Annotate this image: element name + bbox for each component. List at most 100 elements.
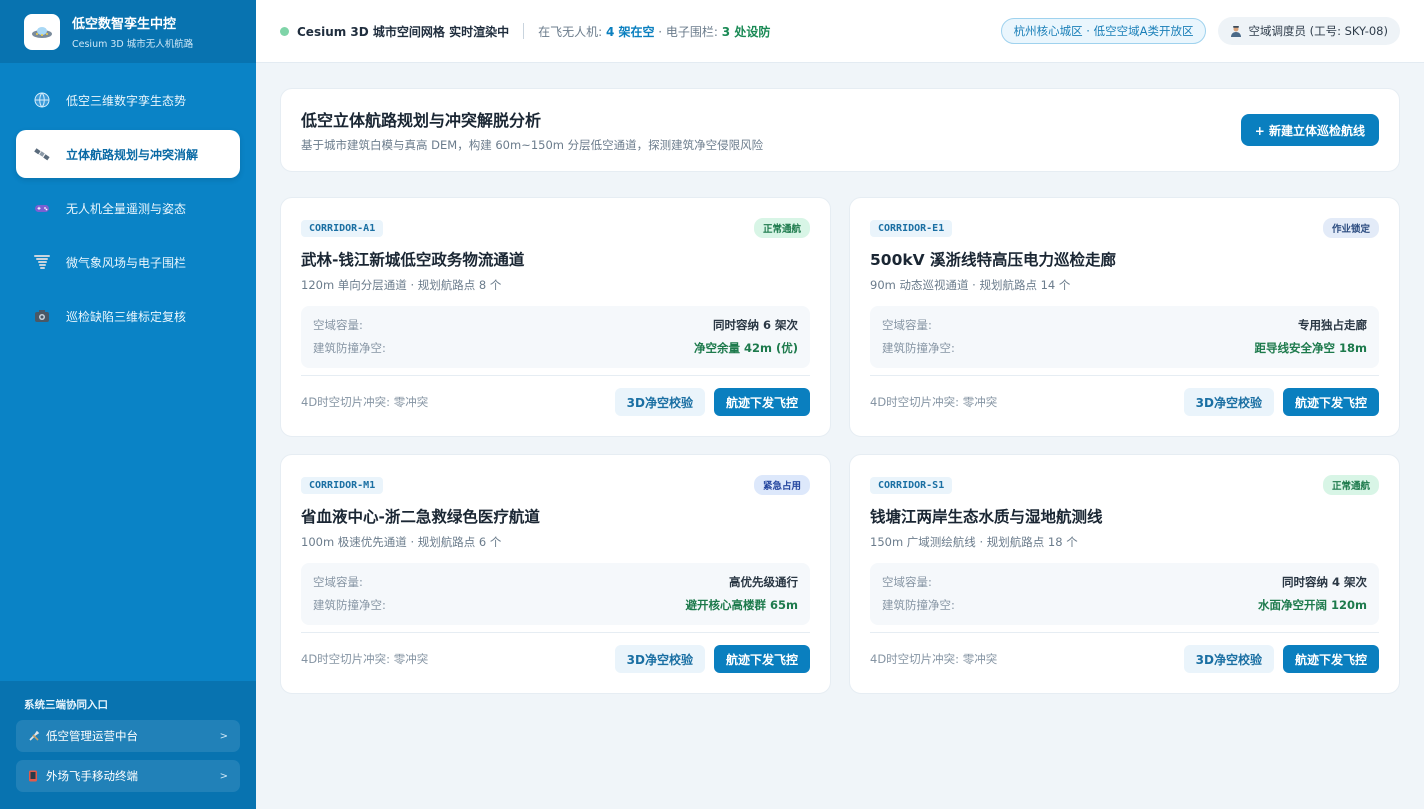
status-badge: 正常通航 bbox=[753, 218, 810, 238]
clearance-value: 避开核心高楼群 65m bbox=[685, 598, 799, 612]
topbar-right: 杭州核心城区 · 低空空域A类开放区 空域调度员 (工号: SKY-08) bbox=[1000, 17, 1400, 45]
chevron-right-icon: > bbox=[219, 730, 228, 742]
capacity-label: 空域容量: bbox=[882, 575, 932, 589]
verify-clearance-button[interactable]: 3D净空校验 bbox=[1183, 388, 1274, 416]
capacity-label: 空域容量: bbox=[882, 318, 932, 332]
brand-subtitle: Cesium 3D 城市无人机航路 bbox=[72, 39, 194, 50]
conflict-status: 4D时空切片冲突: 零冲突 bbox=[870, 652, 998, 666]
flight-stats: 在飞无人机: 4 架在空 · 电子围栏: 3 处设防 bbox=[538, 23, 770, 40]
page-title: 低空立体航路规划与冲突解脱分析 bbox=[301, 111, 542, 130]
new-route-button[interactable]: + 新建立体巡检航线 bbox=[1240, 114, 1379, 146]
clearance-label: 建筑防撞净空: bbox=[882, 341, 955, 355]
corridor-card: CORRIDOR-E1 作业锁定 500kV 溪浙线特高压电力巡检走廊 90m … bbox=[849, 197, 1400, 437]
sidebar-item-weather-fence[interactable]: 微气象风场与电子围栏 bbox=[16, 238, 240, 286]
conflict-status: 4D时空切片冲突: 零冲突 bbox=[301, 395, 429, 409]
corridor-code: CORRIDOR-S1 bbox=[870, 476, 953, 494]
corridor-metrics: 空域容量: 高优先级通行 建筑防撞净空: 避开核心高楼群 65m bbox=[301, 563, 810, 625]
clearance-label: 建筑防撞净空: bbox=[313, 341, 386, 355]
corridor-subtitle: 120m 单向分层通道 · 规划航路点 8 个 bbox=[301, 278, 502, 292]
flying-count: 4 架在空 bbox=[605, 24, 655, 39]
status-badge: 正常通航 bbox=[1322, 475, 1379, 495]
camera-icon bbox=[34, 308, 50, 324]
dispatch-route-button[interactable]: 航迹下发飞控 bbox=[713, 388, 810, 416]
verify-clearance-button[interactable]: 3D净空校验 bbox=[1183, 645, 1274, 673]
link-label: 低空管理运营中台 bbox=[46, 729, 138, 743]
capacity-value: 专用独占走廊 bbox=[1298, 318, 1367, 332]
link-ops-platform[interactable]: 低空管理运营中台 > bbox=[16, 720, 240, 752]
dispatch-route-button[interactable]: 航迹下发飞控 bbox=[1282, 645, 1379, 673]
link-label: 外场飞手移动终端 bbox=[46, 769, 138, 783]
corridor-metrics: 空域容量: 同时容纳 4 架次 建筑防撞净空: 水面净空开阔 120m bbox=[870, 563, 1379, 625]
sidebar-item-defect-review[interactable]: 巡检缺陷三维标定复核 bbox=[16, 292, 240, 340]
satellite-icon bbox=[34, 146, 50, 162]
fence-label: · 电子围栏: bbox=[654, 24, 722, 39]
page-description: 基于城市建筑白模与真高 DEM，构建 60m~150m 分层低空通道，探测建筑净… bbox=[301, 138, 764, 152]
corridor-metrics: 空域容量: 同时容纳 6 架次 建筑防撞净空: 净空余量 42m (优) bbox=[301, 306, 810, 368]
corridor-card: CORRIDOR-M1 紧急占用 省血液中心-浙二急救绿色医疗航道 100m 极… bbox=[280, 454, 831, 694]
verify-clearance-button[interactable]: 3D净空校验 bbox=[614, 388, 705, 416]
page-header: 低空立体航路规划与冲突解脱分析 基于城市建筑白模与真高 DEM，构建 60m~1… bbox=[280, 88, 1400, 172]
clearance-value: 水面净空开阔 120m bbox=[1258, 598, 1367, 612]
corridor-subtitle: 90m 动态巡视通道 · 规划航路点 14 个 bbox=[870, 278, 1071, 292]
render-status: Cesium 3D 城市空间网格 实时渲染中 bbox=[297, 24, 510, 39]
corridor-code: CORRIDOR-M1 bbox=[301, 476, 384, 494]
verify-clearance-button[interactable]: 3D净空校验 bbox=[614, 645, 705, 673]
sidebar-item-telemetry[interactable]: 无人机全量遥测与姿态 bbox=[16, 184, 240, 232]
user-menu[interactable]: 空域调度员 (工号: SKY-08) bbox=[1218, 17, 1400, 45]
corridor-subtitle: 100m 极速优先通道 · 规划航路点 6 个 bbox=[301, 535, 502, 549]
sidebar-footer: 系统三端协同入口 低空管理运营中台 > 外场飞手移动终端 > bbox=[0, 681, 256, 809]
clearance-label: 建筑防撞净空: bbox=[313, 598, 386, 612]
corridor-title: 武林-钱江新城低空政务物流通道 bbox=[301, 251, 525, 269]
sidebar-item-label: 低空三维数字孪生态势 bbox=[66, 93, 187, 108]
status-badge: 紧急占用 bbox=[753, 475, 810, 495]
pilot-avatar-icon bbox=[1230, 25, 1242, 37]
clearance-value: 距导线安全净空 18m bbox=[1254, 341, 1368, 355]
conflict-status: 4D时空切片冲突: 零冲突 bbox=[301, 652, 429, 666]
tools-icon bbox=[28, 730, 40, 742]
sidebar-item-label: 巡检缺陷三维标定复核 bbox=[66, 309, 187, 324]
corridor-title: 钱塘江两岸生态水质与湿地航测线 bbox=[870, 508, 1103, 526]
capacity-label: 空域容量: bbox=[313, 318, 363, 332]
tornado-icon bbox=[34, 254, 50, 270]
sidebar-nav: 低空三维数字孪生态势 立体航路规划与冲突消解 无人机全量遥测与姿态 微气象风场与… bbox=[0, 63, 256, 681]
corridor-subtitle: 150m 广域测绘航线 · 规划航路点 18 个 bbox=[870, 535, 1078, 549]
corridor-metrics: 空域容量: 专用独占走廊 建筑防撞净空: 距导线安全净空 18m bbox=[870, 306, 1379, 368]
globe-icon bbox=[34, 92, 50, 108]
user-name: 空域调度员 (工号: SKY-08) bbox=[1248, 24, 1388, 38]
sidebar-footer-title: 系统三端协同入口 bbox=[24, 699, 108, 711]
conflict-status: 4D时空切片冲突: 零冲突 bbox=[870, 395, 998, 409]
status-badge: 作业锁定 bbox=[1322, 218, 1379, 238]
capacity-value: 同时容纳 6 架次 bbox=[712, 318, 798, 332]
divider bbox=[523, 23, 525, 39]
corridor-code: CORRIDOR-E1 bbox=[870, 219, 953, 237]
clearance-value: 净空余量 42m (优) bbox=[693, 341, 798, 355]
main-content: 低空立体航路规划与冲突解脱分析 基于城市建筑白模与真高 DEM，构建 60m~1… bbox=[280, 88, 1400, 694]
clearance-label: 建筑防撞净空: bbox=[882, 598, 955, 612]
capacity-value: 高优先级通行 bbox=[729, 575, 798, 589]
corridor-title: 500kV 溪浙线特高压电力巡检走廊 bbox=[870, 251, 1117, 269]
gamepad-icon bbox=[34, 200, 50, 216]
chevron-right-icon: > bbox=[219, 770, 228, 782]
capacity-value: 同时容纳 4 架次 bbox=[1281, 575, 1367, 589]
capacity-label: 空域容量: bbox=[313, 575, 363, 589]
dispatch-route-button[interactable]: 航迹下发飞控 bbox=[1282, 388, 1379, 416]
mobile-icon bbox=[28, 770, 40, 782]
corridor-title: 省血液中心-浙二急救绿色医疗航道 bbox=[301, 508, 540, 526]
ufo-icon bbox=[24, 13, 60, 50]
live-status-dot bbox=[280, 26, 289, 36]
corridor-card: CORRIDOR-S1 正常通航 钱塘江两岸生态水质与湿地航测线 150m 广域… bbox=[849, 454, 1400, 694]
dispatch-route-button[interactable]: 航迹下发飞控 bbox=[713, 645, 810, 673]
topbar: Cesium 3D 城市空间网格 实时渲染中 在飞无人机: 4 架在空 · 电子… bbox=[256, 0, 1424, 63]
brand-title: 低空数智孪生中控 bbox=[72, 17, 177, 32]
sidebar-item-label: 微气象风场与电子围栏 bbox=[66, 255, 187, 270]
corridor-code: CORRIDOR-A1 bbox=[301, 219, 384, 237]
link-mobile-terminal[interactable]: 外场飞手移动终端 > bbox=[16, 760, 240, 792]
brand: 低空数智孪生中控 Cesium 3D 城市无人机航路 bbox=[0, 0, 256, 63]
airspace-zone-badge[interactable]: 杭州核心城区 · 低空空域A类开放区 bbox=[1000, 18, 1207, 44]
corridor-grid: CORRIDOR-A1 正常通航 武林-钱江新城低空政务物流通道 120m 单向… bbox=[280, 197, 1400, 694]
fence-count: 3 处设防 bbox=[721, 24, 771, 39]
flying-label: 在飞无人机: bbox=[538, 24, 606, 39]
sidebar-item-label: 无人机全量遥测与姿态 bbox=[66, 201, 187, 216]
sidebar-item-situation[interactable]: 低空三维数字孪生态势 bbox=[16, 76, 240, 124]
sidebar-item-route-planning[interactable]: 立体航路规划与冲突消解 bbox=[16, 130, 240, 178]
